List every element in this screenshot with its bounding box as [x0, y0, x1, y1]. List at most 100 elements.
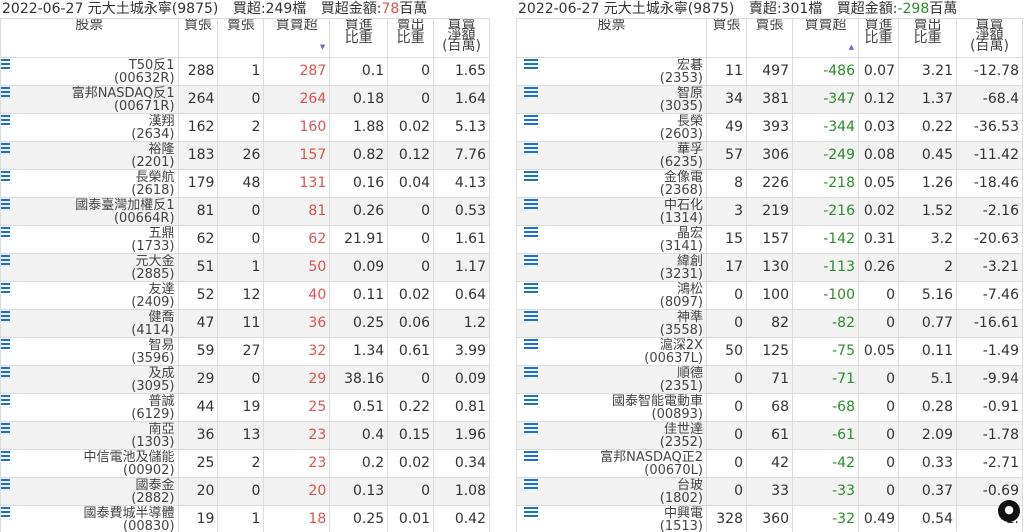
list-icon[interactable] — [1, 86, 10, 97]
col-buy-ratio-header[interactable]: 買進 比重 — [329, 18, 389, 58]
table-row[interactable]: 中興電(1513)328360-320.490.54-1. — [516, 505, 1023, 532]
list-icon[interactable] — [1, 226, 10, 237]
table-row[interactable]: 裕隆 (2201) 183 26 157 0.82 0.12 7.76 — [0, 141, 490, 170]
stock-name[interactable]: 鴻松 — [520, 283, 703, 296]
list-icon[interactable] — [524, 422, 538, 433]
stock-name[interactable]: 順德 — [520, 367, 703, 380]
stock-name[interactable]: 裕隆 — [4, 143, 175, 156]
list-icon[interactable] — [1, 170, 10, 181]
stock-cell[interactable]: 裕隆 (2201) — [0, 141, 179, 170]
list-icon[interactable] — [524, 282, 538, 293]
list-icon[interactable] — [524, 226, 538, 237]
list-icon[interactable] — [524, 394, 538, 405]
list-icon[interactable] — [524, 254, 538, 265]
stock-cell[interactable]: 及成 (3095) — [0, 365, 179, 394]
table-row[interactable]: 漢翔 (2634) 162 2 160 1.88 0.02 5.13 — [0, 113, 490, 142]
stock-name[interactable]: 元大金 — [4, 255, 175, 268]
table-row[interactable]: 普誠 (6129) 44 19 25 0.51 0.22 0.81 — [0, 393, 490, 422]
stock-name[interactable]: 國泰臺灣加權反1 — [4, 199, 174, 212]
stock-cell[interactable]: 佳世達 (2352) — [516, 421, 707, 450]
list-icon[interactable] — [524, 366, 538, 377]
stock-cell[interactable]: 鴻松 (8097) — [516, 281, 707, 310]
list-icon[interactable] — [1, 114, 10, 125]
list-icon[interactable] — [1, 310, 10, 321]
col-sell-ratio-header[interactable]: 賣出 比重 — [387, 18, 435, 58]
table-row[interactable]: 健喬 (4114) 47 11 36 0.25 0.06 1.2 — [0, 309, 490, 338]
stock-name[interactable]: 台玻 — [520, 479, 703, 492]
stock-name[interactable]: 五鼎 — [4, 227, 175, 240]
table-row[interactable]: 長榮航 (2618) 179 48 131 0.16 0.04 4.13 — [0, 169, 490, 198]
col-sell-header[interactable]: 賣張 — [746, 18, 793, 58]
stock-name[interactable]: 佳世達 — [520, 423, 703, 436]
stock-name[interactable]: 神準 — [520, 311, 703, 324]
list-icon[interactable] — [1, 394, 10, 405]
list-icon[interactable] — [524, 450, 538, 461]
stock-cell[interactable]: 國泰臺灣加權反1 (00664R) — [0, 197, 179, 226]
stock-cell[interactable]: 五鼎 (1733) — [0, 225, 179, 254]
list-icon[interactable] — [1, 506, 10, 517]
stock-name[interactable]: 及成 — [4, 367, 175, 380]
stock-cell[interactable]: 長榮 (2603) — [516, 113, 707, 142]
list-icon[interactable] — [1, 366, 10, 377]
stock-cell[interactable]: 晶宏 (3141) — [516, 225, 707, 254]
stock-name[interactable]: 漢翔 — [4, 115, 175, 128]
stock-cell[interactable]: 普誠 (6129) — [0, 393, 179, 422]
stock-cell[interactable]: 宏碁 (2353) — [516, 57, 707, 86]
table-row[interactable]: 鴻松 (8097) 0 100 -100 0 5.16 -7.46 — [516, 281, 1023, 310]
table-row[interactable]: 國泰金 (2882) 20 0 20 0.13 0 1.08 — [0, 477, 490, 506]
stock-name[interactable]: 金像電 — [520, 171, 703, 184]
table-row[interactable]: 富邦NASDAQ正2 (00670L) 0 42 -42 0 0.33 -2.71 — [516, 449, 1023, 478]
list-icon[interactable] — [1, 422, 10, 433]
stock-cell[interactable]: 智原 (3035) — [516, 85, 707, 114]
stock-name[interactable]: 南亞 — [4, 423, 175, 436]
stock-name[interactable]: 中興電 — [520, 507, 703, 520]
stock-name[interactable]: 富邦NASDAQ反1 — [4, 87, 175, 100]
table-row[interactable]: 國泰費城半導體 (00830) 19 1 18 0.25 0.01 0.42 — [0, 505, 490, 532]
col-net-header[interactable]: 買賣超 ▼ — [263, 18, 331, 58]
stock-cell[interactable]: 緯創 (3231) — [516, 253, 707, 282]
stock-cell[interactable]: T50反1 (00632R) — [0, 57, 179, 86]
stock-cell[interactable]: 台玻 (1802) — [516, 477, 707, 506]
list-icon[interactable] — [1, 478, 10, 489]
stock-cell[interactable]: 友達 (2409) — [0, 281, 179, 310]
stock-name[interactable]: 長榮航 — [4, 171, 175, 184]
list-icon[interactable] — [524, 198, 538, 209]
table-row[interactable]: 晶宏 (3141) 15 157 -142 0.31 3.2 -20.63 — [516, 225, 1023, 254]
table-row[interactable]: 順德 (2351) 0 71 -71 0 5.1 -9.94 — [516, 365, 1023, 394]
list-icon[interactable] — [1, 450, 10, 461]
stock-cell[interactable]: 中興電 (1513) — [516, 505, 707, 532]
stock-name[interactable]: 滬深2X — [520, 339, 703, 352]
stock-cell[interactable]: 長榮航 (2618) — [0, 169, 179, 198]
stock-name[interactable]: 緯創 — [520, 255, 703, 268]
table-row[interactable]: 台玻 (1802) 0 33 -33 0 0.37 -0.69 — [516, 477, 1023, 506]
list-icon[interactable] — [1, 198, 10, 209]
table-row[interactable]: 南亞 (1303) 36 13 23 0.4 0.15 1.96 — [0, 421, 490, 450]
stock-cell[interactable]: 順德 (2351) — [516, 365, 707, 394]
stock-name[interactable]: 宏碁 — [520, 59, 703, 72]
stock-cell[interactable]: 元大金 (2885) — [0, 253, 179, 282]
stock-name[interactable]: 健喬 — [4, 311, 175, 324]
stock-cell[interactable]: 富邦NASDAQ反1 (00671R) — [0, 85, 179, 114]
list-icon[interactable] — [524, 86, 538, 97]
list-icon[interactable] — [524, 170, 538, 181]
list-icon[interactable] — [524, 506, 538, 517]
col-buy-header[interactable]: 買張 — [177, 18, 219, 58]
stock-name[interactable]: 智原 — [520, 87, 703, 100]
stock-cell[interactable]: 中石化 (1314) — [516, 197, 707, 226]
table-row[interactable]: 中石化 (1314) 3 219 -216 0.02 1.52 -2.16 — [516, 197, 1023, 226]
table-row[interactable]: 及成 (3095) 29 0 29 38.16 0 0.09 — [0, 365, 490, 394]
list-icon[interactable] — [524, 310, 538, 321]
table-row[interactable]: 友達 (2409) 52 12 40 0.11 0.02 0.64 — [0, 281, 490, 310]
stock-name[interactable]: 國泰智能電動車 — [520, 395, 703, 408]
stock-name[interactable]: 中石化 — [520, 199, 703, 212]
stock-cell[interactable]: 金像電 (2368) — [516, 169, 707, 198]
stock-name[interactable]: T50反1 — [4, 59, 175, 72]
table-row[interactable]: 富邦NASDAQ反1 (00671R) 264 0 264 0.18 0 1.64 — [0, 85, 490, 114]
table-row[interactable]: 緯創 (3231) 17 130 -113 0.26 2 -3.21 — [516, 253, 1023, 282]
list-icon[interactable] — [524, 58, 538, 69]
table-row[interactable]: 宏碁 (2353) 11 497 -486 0.07 3.21 -12.78 — [516, 57, 1023, 86]
table-row[interactable]: 華孚 (6235) 57 306 -249 0.08 0.45 -11.42 — [516, 141, 1023, 170]
stock-name[interactable]: 華孚 — [520, 143, 703, 156]
list-icon[interactable] — [1, 282, 10, 293]
list-icon[interactable] — [1, 254, 10, 265]
